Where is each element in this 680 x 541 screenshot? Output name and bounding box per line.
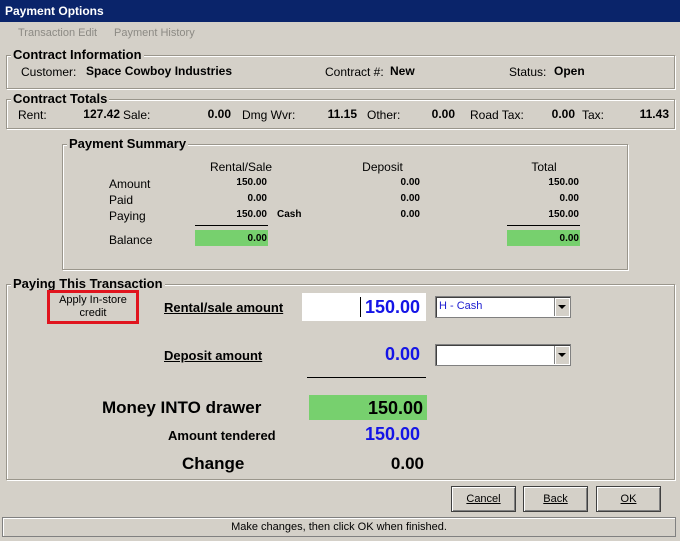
rental-sale-amount-input[interactable]: 150.00 [302,293,426,321]
deposit-paid: 0.00 [400,193,420,204]
tax-value: 11.43 [639,107,669,121]
status-bar: Make changes, then click OK when finishe… [2,517,676,537]
col-deposit: Deposit [362,160,403,174]
menu-bar: Transaction Edit Payment History [0,22,680,46]
customer-label: Customer: [21,65,77,79]
total-balance: 0.00 [559,233,579,244]
row-amount-label: Amount [109,177,151,191]
rent-label: Rent: [18,108,47,122]
rental-sale-amount-value: 150.00 [364,297,420,317]
rent-value: 127.42 [83,107,120,121]
paying-method: Cash [277,209,302,220]
cancel-button-label: Cancel [466,493,501,505]
ok-button[interactable]: OK [596,486,661,512]
row-paid-label: Paid [109,193,134,207]
row-balance-label: Balance [109,233,153,247]
rental-payment-method-value: H - Cash [439,300,483,312]
row-paying-label: Paying [109,209,146,223]
dmg-wvr-value: 11.15 [327,107,357,121]
total-paid: 0.00 [559,193,579,204]
total-paying: 150.00 [548,209,579,220]
other-label: Other: [367,108,401,122]
apply-credit-label: Apply In-store credit [59,294,127,319]
customer-value: Space Cowboy Industries [86,64,233,78]
road-tax-value: 0.00 [551,107,575,121]
chevron-down-icon[interactable] [554,298,569,316]
change-label: Change [182,454,245,473]
title-bar[interactable]: Payment Options [0,0,680,22]
contract-number-label: Contract #: [325,65,384,79]
status-value: Open [554,64,585,78]
deposit-payment-method-select[interactable] [435,344,571,366]
window-title: Payment Options [5,4,104,18]
sale-value: 0.00 [207,107,231,121]
money-into-drawer-value: 150.00 [367,398,423,418]
dmg-wvr-label: Dmg Wvr: [242,108,296,122]
rental-sale-amount-label: Rental/sale amount [164,300,283,315]
ok-button-label: OK [620,493,637,505]
rental-divider [195,225,268,226]
deposit-amount-label-text: Deposit amount [164,348,263,363]
rental-amount: 150.00 [236,177,267,188]
back-button[interactable]: Back [523,486,588,512]
chevron-down-icon[interactable] [554,346,569,364]
deposit-amount-value[interactable]: 0.00 [302,344,420,365]
amount-tendered-label: Amount tendered [168,428,276,443]
rental-sale-amount-label-text: Rental/sale amount [164,300,284,315]
contract-totals-legend: Contract Totals [11,91,110,106]
status-bar-text: Make changes, then click OK when finishe… [231,521,447,533]
rental-paid: 0.00 [247,193,267,204]
rental-payment-method-select[interactable]: H - Cash [435,296,571,318]
deposit-amount: 0.00 [400,177,420,188]
tax-label: Tax: [582,108,605,122]
other-value: 0.00 [431,107,455,121]
rental-balance: 0.00 [247,233,267,244]
col-total: Total [531,160,557,174]
total-amount: 150.00 [548,177,579,188]
money-into-drawer-label: Money INTO drawer [102,398,262,417]
back-button-label: Back [543,493,568,505]
amount-tendered-label-text: Amount tendered [168,428,276,443]
sale-label: Sale: [123,108,151,122]
status-label: Status: [509,65,547,79]
cancel-button[interactable]: Cancel [451,486,516,512]
col-rental-sale: Rental/Sale [209,160,273,174]
text-cursor [360,297,361,317]
apply-in-store-credit-button[interactable]: Apply In-store credit [52,293,134,321]
contract-info-legend: Contract Information [11,47,144,62]
rental-paying: 150.00 [236,209,267,220]
paying-legend: Paying This Transaction [11,276,165,291]
payment-summary-legend: Payment Summary [67,136,189,151]
deposit-paying: 0.00 [400,209,420,220]
contract-number-value: New [390,64,415,78]
road-tax-label: Road Tax: [470,108,524,122]
change-value: 0.00 [390,454,424,473]
deposit-amount-label: Deposit amount [164,348,262,363]
menu-transaction-edit[interactable]: Transaction Edit [18,27,97,39]
amount-divider [307,377,426,378]
amount-tendered-value[interactable]: 150.00 [302,424,420,445]
menu-payment-history[interactable]: Payment History [114,27,195,39]
total-divider [507,225,580,226]
